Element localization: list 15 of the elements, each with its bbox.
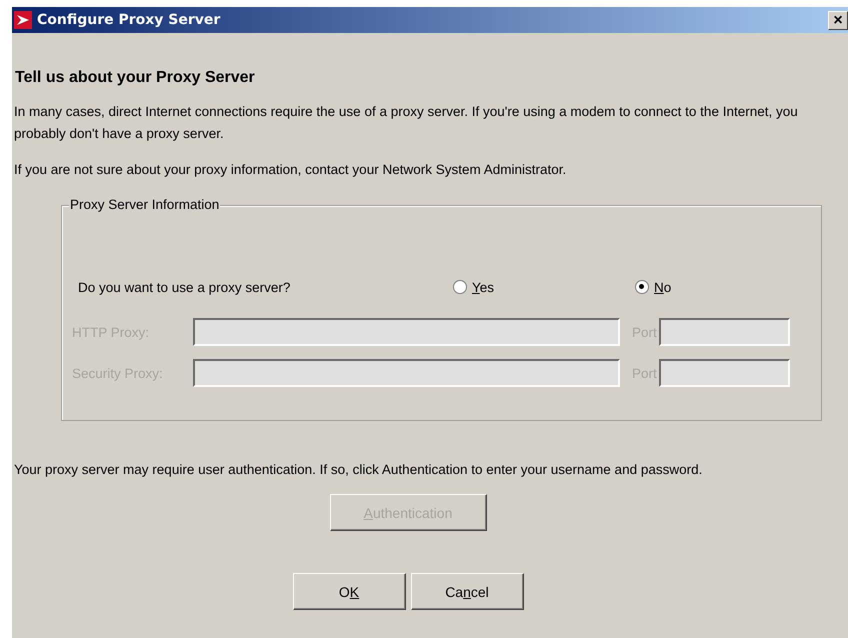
dialog-button[interactable]: OK [292,573,406,610]
info-paragraph: If you are not sure about your proxy information, contact your Network System Administrator. [14,161,568,179]
dialog-button[interactable]: Cancel [410,573,524,610]
radio-button[interactable] [635,280,649,294]
question-label: Do you want to use a proxy server? [78,280,292,294]
window-title: Configure Proxy Server [37,12,220,28]
option-label[interactable]: No [654,280,672,294]
heading: Tell us about your Proxy Server [15,69,256,87]
arrow-logo-icon [14,11,32,29]
close-button[interactable]: × [828,10,848,30]
group-legend: Proxy Server Information [69,197,220,213]
auth-paragraph: Your proxy server may require user authentication. If so, click Authentication to enter your username and password. [14,461,704,479]
info-paragraph: In many cases, direct Internet connections require the use of a proxy server. If you're using a modem to connect to the Internet, you probably don't have a proxy server. [14,103,799,143]
radio-button[interactable] [453,280,467,294]
option-label[interactable]: Yes [472,280,494,294]
